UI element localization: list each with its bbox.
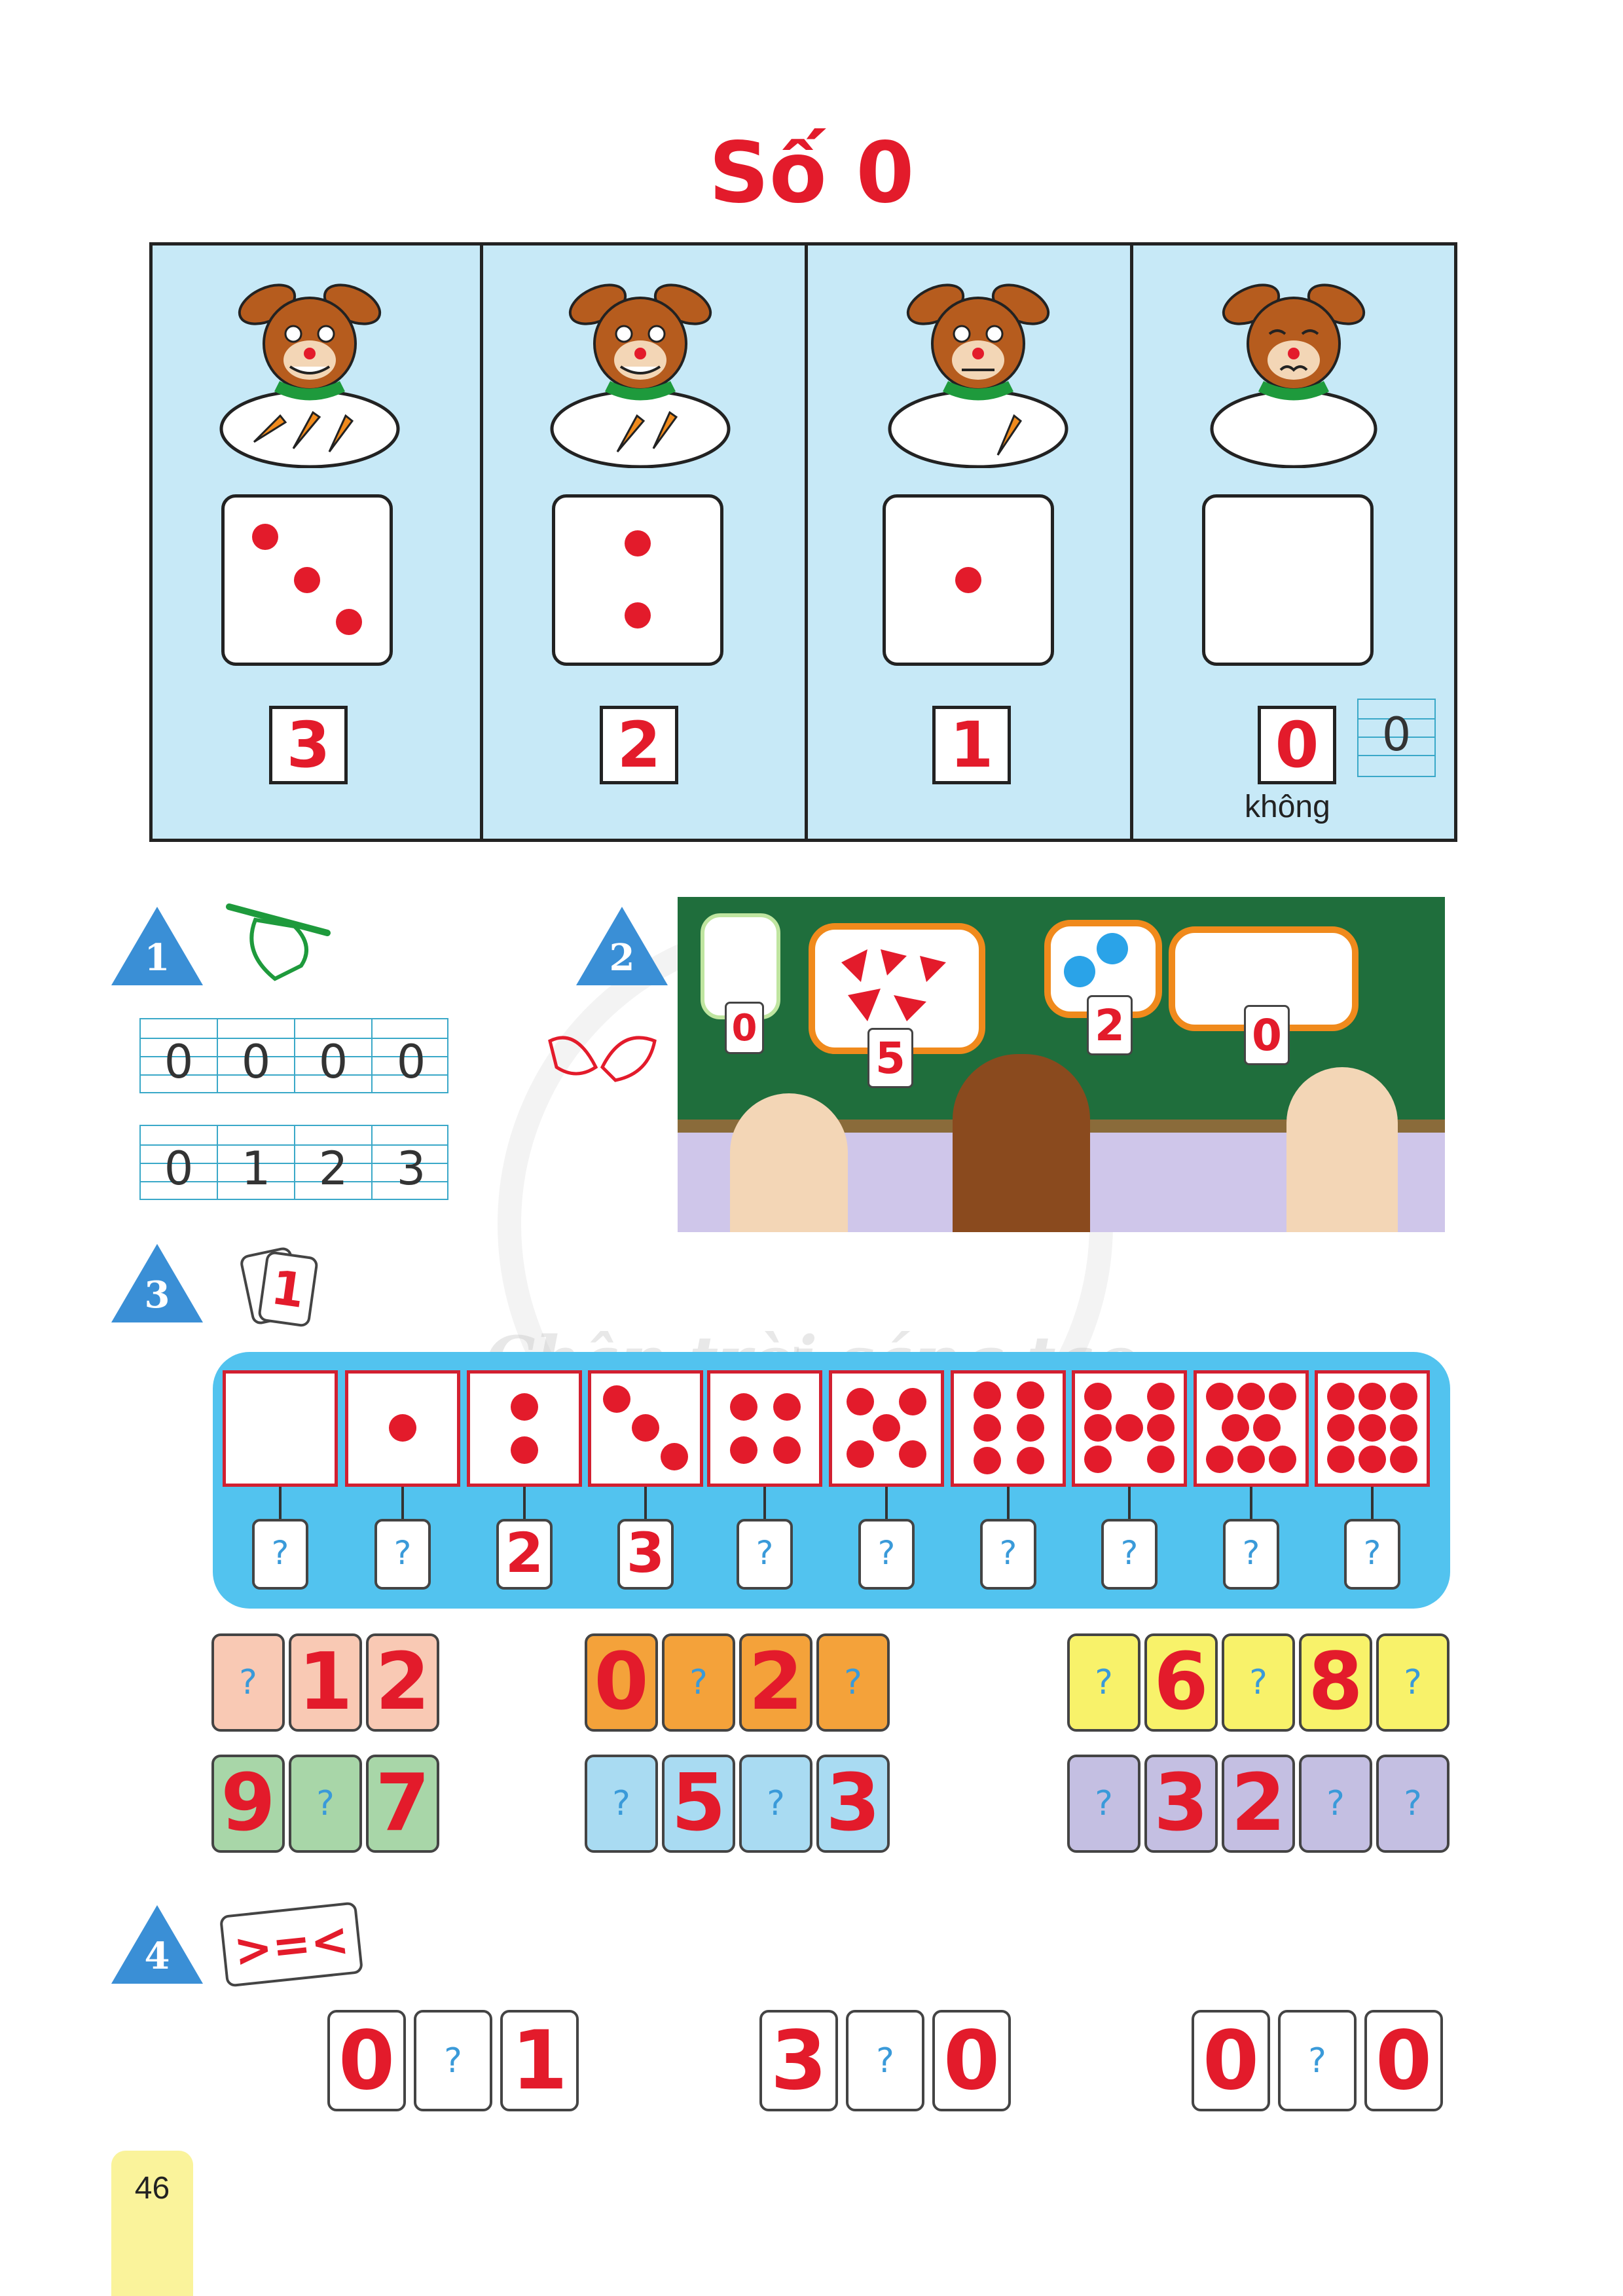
- page-number: 46: [134, 2171, 170, 2206]
- sequence-blank-card[interactable]: ?: [739, 1755, 812, 1853]
- classroom-card: 0: [725, 1002, 764, 1054]
- pencil-hand-icon: [226, 903, 331, 981]
- rabbit-with-carrots-illustration: [219, 283, 400, 468]
- domino-4: [707, 1370, 822, 1487]
- answer-card-3: 3: [617, 1519, 674, 1590]
- domino-3: [588, 1370, 703, 1487]
- answer-card-1[interactable]: ?: [374, 1519, 431, 1590]
- sequence-number-card: 2: [1222, 1755, 1295, 1853]
- number-word: không: [1245, 790, 1330, 824]
- classroom-card: 0: [1244, 1005, 1290, 1065]
- page-title: Số 0: [708, 124, 915, 222]
- sequence-blank-card[interactable]: ?: [211, 1633, 285, 1732]
- domino-6: [951, 1370, 1066, 1487]
- answer-card-8[interactable]: ?: [1223, 1519, 1279, 1590]
- number-cards-icon-front: 1: [257, 1250, 319, 1328]
- sequence-blank-card[interactable]: ?: [1067, 1755, 1140, 1853]
- sequence-blank-card[interactable]: ?: [1376, 1755, 1450, 1853]
- sequence-number-card: 2: [739, 1633, 812, 1732]
- sequence-number-card: 5: [662, 1755, 735, 1853]
- sequence-number-card: 1: [289, 1633, 362, 1732]
- sequence-blank-card[interactable]: ?: [1067, 1633, 1140, 1732]
- number-writing-sample: 0: [1357, 699, 1436, 777]
- comparison-blank-card[interactable]: ?: [1278, 2010, 1357, 2111]
- answer-card-0[interactable]: ?: [252, 1519, 308, 1590]
- hero-column-2: 2: [483, 246, 808, 839]
- exercise-3-number: 3: [144, 1273, 170, 1317]
- sequence-blank-card[interactable]: ?: [1299, 1755, 1372, 1853]
- writing-grid-row-2: 0 1 2 3: [139, 1125, 448, 1200]
- classroom-illustration: 0 5 2 0: [678, 897, 1445, 1232]
- comparison-number-card: 0: [327, 2010, 406, 2111]
- classroom-card: 5: [867, 1028, 913, 1088]
- exercise-2-number: 2: [609, 936, 635, 979]
- sequence-number-card: 6: [1144, 1633, 1218, 1732]
- sequence-number-card: 3: [816, 1755, 890, 1853]
- sequence-blank-card[interactable]: ?: [662, 1633, 735, 1732]
- sequence-number-card: 8: [1299, 1633, 1372, 1732]
- sequence-number-card: 9: [211, 1755, 285, 1853]
- hero-column-0: 0 0 không: [1133, 246, 1454, 839]
- answer-card-4[interactable]: ?: [737, 1519, 793, 1590]
- sequence-blank-card[interactable]: ?: [289, 1755, 362, 1853]
- comparison-number-card: 3: [759, 2010, 838, 2111]
- sequence-number-card: 3: [1144, 1755, 1218, 1853]
- comparison-blank-card[interactable]: ?: [414, 2010, 492, 2111]
- sequence-blank-card[interactable]: ?: [816, 1633, 890, 1732]
- comparison-blank-card[interactable]: ?: [846, 2010, 924, 2111]
- hands-icon: [548, 1036, 657, 1082]
- answer-card-6[interactable]: ?: [980, 1519, 1036, 1590]
- hero-column-3: 3: [153, 246, 483, 839]
- number-card-2: 2: [600, 706, 678, 784]
- compare-signs-icon: >=<: [219, 1901, 364, 1988]
- rabbit-empty-plate-illustration: [1210, 283, 1377, 468]
- domino-5: [829, 1370, 944, 1487]
- sequence-number-card: 2: [366, 1633, 439, 1732]
- writing-grid-row-1: 0 0 0 0: [139, 1018, 448, 1093]
- answer-card-9[interactable]: ?: [1344, 1519, 1400, 1590]
- dice-two: [552, 494, 723, 666]
- exercise-1-number: 1: [144, 936, 170, 979]
- dice-three: [221, 494, 393, 666]
- comparison-number-card: 0: [932, 2010, 1011, 2111]
- number-card-1: 1: [932, 706, 1011, 784]
- sequence-number-card: 0: [585, 1633, 658, 1732]
- hero-column-1: 1: [808, 246, 1133, 839]
- rabbit-with-carrots-illustration: [550, 283, 731, 468]
- answer-card-5[interactable]: ?: [858, 1519, 915, 1590]
- hero-panel: 3 2 1 0 0 không: [149, 242, 1457, 842]
- domino-8: [1194, 1370, 1309, 1487]
- domino-7: [1072, 1370, 1187, 1487]
- answer-card-7[interactable]: ?: [1101, 1519, 1158, 1590]
- comparison-number-card: 1: [500, 2010, 579, 2111]
- sequence-blank-card[interactable]: ?: [1376, 1633, 1450, 1732]
- domino-2: [467, 1370, 582, 1487]
- sequence-number-card: 7: [366, 1755, 439, 1853]
- dice-empty: [1202, 494, 1374, 666]
- comparison-number-card: 0: [1364, 2010, 1443, 2111]
- rabbit-with-carrot-illustration: [888, 283, 1068, 468]
- exercise-4-number: 4: [144, 1935, 170, 1978]
- domino-0: [223, 1370, 338, 1487]
- domino-1: [345, 1370, 460, 1487]
- comparison-number-card: 0: [1192, 2010, 1270, 2111]
- domino-9: [1315, 1370, 1430, 1487]
- sequence-blank-card[interactable]: ?: [585, 1755, 658, 1853]
- answer-card-2: 2: [496, 1519, 553, 1590]
- number-card-3: 3: [269, 706, 348, 784]
- sequence-blank-card[interactable]: ?: [1222, 1633, 1295, 1732]
- classroom-card: 2: [1087, 995, 1133, 1055]
- number-card-0: 0: [1258, 706, 1336, 784]
- dice-one: [883, 494, 1054, 666]
